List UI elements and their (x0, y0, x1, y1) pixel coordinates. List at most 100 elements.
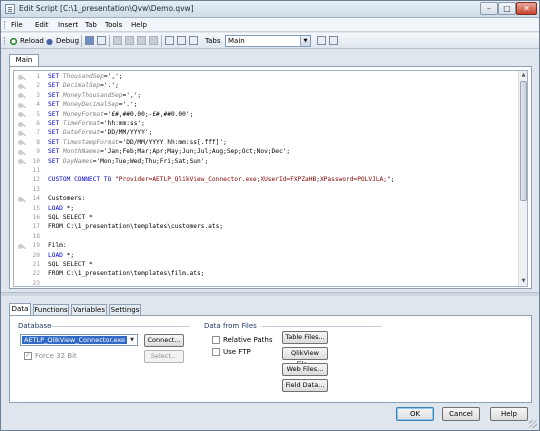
script-editor[interactable]: 123456789101112131415161718192021222324 … (13, 70, 528, 287)
breakpoint-pin-icon[interactable] (17, 83, 26, 91)
breakpoint-pin-icon[interactable] (17, 92, 26, 100)
save-icon[interactable] (85, 36, 94, 45)
breakpoint-pin-icon[interactable] (17, 111, 26, 119)
connect-button[interactable]: Connect... (144, 334, 184, 347)
vertical-scrollbar[interactable]: ▲ ▼ (518, 71, 527, 286)
add-tab-icon[interactable] (317, 36, 326, 45)
menu-help[interactable]: Help (131, 21, 147, 29)
code-line[interactable]: SQL SELECT * (48, 261, 93, 268)
line-number: 2 (36, 82, 40, 90)
undo-icon[interactable] (149, 36, 158, 45)
paste-icon[interactable] (137, 36, 146, 45)
scroll-up-icon[interactable]: ▲ (519, 71, 527, 80)
reload-button[interactable]: Reload (9, 35, 44, 47)
code-token-var: MoneyThousandSep (62, 91, 123, 99)
open-icon[interactable] (177, 36, 186, 45)
menu-edit[interactable]: Edit (35, 21, 49, 29)
resize-grip-icon[interactable] (529, 420, 537, 428)
minimize-button[interactable]: – (480, 2, 498, 15)
toolbar-grip-handle[interactable] (4, 37, 6, 45)
breakpoint-pin-icon[interactable] (17, 243, 26, 251)
code-line[interactable]: SET TimestampFormat='DD/MM/YYYY hh:mm:ss… (48, 139, 227, 146)
code-line[interactable]: SET TimeFormat='hh:mm:ss'; (48, 120, 145, 127)
breakpoint-pin-icon[interactable] (17, 149, 26, 157)
code-line[interactable]: SET MonthNames='Jan;Feb;Mar;Apr;May;Jun;… (48, 148, 290, 155)
menu-file[interactable]: File (11, 21, 23, 29)
close-button[interactable]: ✕ (516, 2, 537, 15)
code-token-kw: SET (48, 101, 63, 109)
tab-settings[interactable]: Settings (109, 304, 141, 315)
use-ftp-checkbox[interactable] (212, 348, 220, 356)
code-line[interactable]: CUSTOM CONNECT TO "Provider=AETLP_QlikVi… (48, 176, 394, 183)
data-from-files-label: Data from Files (204, 322, 257, 330)
line-number: 23 (32, 279, 40, 287)
force-32-bit-checkbox[interactable] (24, 351, 32, 360)
scroll-down-icon[interactable]: ▼ (519, 277, 527, 286)
code-line[interactable]: FROM C:\1_presentation\templates\film.at… (48, 270, 204, 277)
code-line[interactable]: SET DayNames='Mon;Tue;Wed;Thu;Fri;Sat;Su… (48, 158, 208, 165)
line-number: 11 (32, 167, 40, 174)
chevron-down-icon[interactable]: ▼ (127, 335, 137, 345)
select-button[interactable]: Select... (144, 350, 184, 363)
ok-button[interactable]: OK (396, 407, 434, 421)
menu-tools[interactable]: Tools (105, 21, 122, 29)
code-line[interactable]: SET MoneyFormat='£#,##0.00;-£#,##0.00'; (48, 111, 193, 118)
remove-tab-icon[interactable] (329, 36, 338, 45)
breakpoint-pin-icon[interactable] (17, 130, 26, 138)
code-line[interactable]: LOAD *; (48, 205, 74, 212)
breakpoint-pin-icon[interactable] (17, 74, 26, 82)
menu-insert[interactable]: Insert (58, 21, 78, 29)
breakpoint-pin-icon[interactable] (17, 196, 26, 204)
find-icon[interactable] (165, 36, 174, 45)
code-line[interactable]: SET DecimalSep='.'; (48, 82, 119, 89)
chevron-down-icon[interactable]: ▼ (300, 36, 310, 46)
code-line[interactable]: Film: (48, 242, 67, 249)
database-dropdown[interactable]: AETLP_QlikView_Connector.exe ▼ (20, 334, 138, 346)
code-token-plain: FROM C:\1_presentation\templates\film.at… (48, 270, 205, 278)
title-bar: Edit Script [C:\1_presentation\Qvw\Demo.… (1, 1, 539, 18)
code-line[interactable]: SET ThousandSep=','; (48, 73, 123, 80)
tabs-dropdown[interactable]: Main ▼ (225, 35, 311, 47)
line-number: 20 (32, 251, 40, 259)
relative-paths-checkbox[interactable] (212, 336, 220, 344)
code-line[interactable]: SET MoneyDecimalSep='.'; (48, 101, 137, 108)
print-icon[interactable] (97, 36, 106, 45)
debug-button[interactable]: Debug (45, 35, 79, 47)
code-token-var: MonthNames (62, 148, 101, 156)
breakpoint-pin-icon[interactable] (17, 158, 26, 166)
code-token-var: DecimalSep (62, 82, 101, 90)
help-button[interactable]: Help (490, 407, 528, 421)
scrollbar-thumb[interactable] (520, 81, 527, 201)
code-line[interactable]: SET DateFormat='DD/MM/YYYY'; (48, 129, 152, 136)
copy-icon[interactable] (125, 36, 134, 45)
line-number: 12 (32, 176, 40, 184)
breakpoint-pin-icon[interactable] (17, 139, 26, 147)
code-line[interactable]: SQL SELECT * (48, 214, 93, 221)
tab-variables[interactable]: Variables (71, 304, 107, 315)
web-files-button[interactable]: Web Files... (282, 363, 328, 376)
breakpoint-pin-icon[interactable] (17, 102, 26, 110)
cut-icon[interactable] (113, 36, 122, 45)
menu-tab[interactable]: Tab (85, 21, 97, 29)
cancel-button[interactable]: Cancel (442, 407, 480, 421)
menu-grip-handle[interactable] (4, 21, 6, 29)
panel-splitter[interactable] (1, 292, 539, 296)
breakpoint-pin-icon[interactable] (17, 121, 26, 129)
maximize-button[interactable]: □ (498, 2, 516, 15)
table-files-button[interactable]: Table Files... (282, 331, 328, 344)
code-token-plain: *; (66, 251, 75, 259)
code-line[interactable]: SET MoneyThousandSep=','; (48, 92, 141, 99)
qlikview-file-button[interactable]: QlikView File... (282, 347, 328, 368)
code-line[interactable]: Customers: (48, 195, 85, 202)
code-line[interactable]: FROM C:\1_presentation\templates\custome… (48, 223, 223, 230)
code-token-kw: SET (48, 91, 63, 99)
code-line[interactable]: LOAD *; (48, 252, 74, 259)
field-data-button[interactable]: Field Data... (282, 379, 328, 392)
tab-main[interactable]: Main (9, 54, 39, 66)
table-viewer-icon[interactable] (189, 36, 198, 45)
code-token-str: "Provider=AETLP_QlikView_Connector.exe;X… (115, 176, 391, 184)
code-token-kw: LOAD (48, 251, 67, 259)
script-code[interactable]: SET ThousandSep=','; SET DecimalSep='.'; S… (48, 71, 518, 286)
group-divider (50, 326, 190, 327)
tab-functions[interactable]: Functions (33, 304, 69, 315)
